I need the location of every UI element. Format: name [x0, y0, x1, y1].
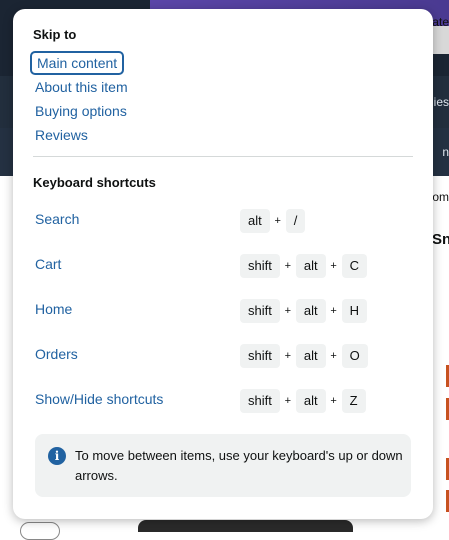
key-cap: shift [240, 299, 280, 323]
shortcut-keys: shift + alt + H [240, 298, 367, 324]
info-icon: i [48, 447, 66, 465]
shortcut-row-show-hide: Show/Hide shortcuts shift + alt + Z [13, 388, 433, 418]
plus-symbol: + [284, 350, 292, 362]
background-product-image [138, 520, 353, 532]
key-cap: H [341, 299, 367, 323]
background-text: ies [433, 95, 449, 109]
shortcut-keys: shift + alt + Z [240, 388, 366, 414]
key-cap: alt [295, 344, 326, 368]
shortcut-row-orders: Orders shift + alt + O [13, 343, 433, 373]
shortcut-home-link[interactable]: Home [35, 301, 72, 317]
info-text: To move between items, use your keyboard… [75, 448, 403, 483]
shortcut-row-cart: Cart shift + alt + C [13, 253, 433, 283]
plus-symbol: + [274, 215, 281, 227]
key-cap: alt [295, 254, 326, 278]
info-box: i To move between items, use your keyboa… [35, 434, 411, 497]
shortcut-row-home: Home shift + alt + H [13, 298, 433, 328]
shortcut-search-link[interactable]: Search [35, 211, 79, 227]
plus-symbol: + [284, 305, 292, 317]
keyboard-shortcuts-heading: Keyboard shortcuts [33, 175, 156, 190]
key-cap: O [341, 344, 368, 368]
shortcut-show-hide-link[interactable]: Show/Hide shortcuts [35, 391, 163, 407]
key-cap: alt [295, 299, 326, 323]
plus-symbol: + [284, 395, 292, 407]
shortcut-row-search: Search alt + / [13, 208, 433, 238]
key-cap: alt [295, 389, 326, 413]
key-cap: C [341, 254, 367, 278]
skip-to-popover: Skip to Main content About this item Buy… [13, 9, 433, 519]
background-product-title: Sn [432, 231, 449, 248]
shortcut-keys: shift + alt + C [240, 253, 367, 279]
skip-link-main-content[interactable]: Main content [30, 51, 125, 75]
plus-symbol: + [330, 260, 337, 272]
shortcut-cart-link[interactable]: Cart [35, 256, 61, 272]
skip-link-reviews[interactable]: Reviews [35, 127, 88, 143]
key-cap: / [285, 209, 306, 233]
skip-link-buying-options[interactable]: Buying options [35, 103, 127, 119]
skip-link-about-this-item[interactable]: About this item [35, 79, 128, 95]
shortcut-orders-link[interactable]: Orders [35, 346, 78, 362]
plus-symbol: + [330, 350, 337, 362]
divider [33, 156, 413, 157]
plus-symbol: + [330, 395, 337, 407]
key-cap: alt [240, 209, 270, 233]
background-pill [20, 522, 60, 540]
plus-symbol: + [330, 305, 337, 317]
key-cap: shift [240, 389, 280, 413]
key-cap: Z [341, 389, 366, 413]
plus-symbol: + [284, 260, 292, 272]
background-text: om [432, 190, 449, 204]
background-text: n [442, 145, 449, 159]
shortcut-keys: alt + / [240, 208, 306, 234]
key-cap: shift [240, 344, 280, 368]
skip-to-heading: Skip to [33, 27, 77, 42]
shortcut-keys: shift + alt + O [240, 343, 368, 369]
key-cap: shift [240, 254, 280, 278]
